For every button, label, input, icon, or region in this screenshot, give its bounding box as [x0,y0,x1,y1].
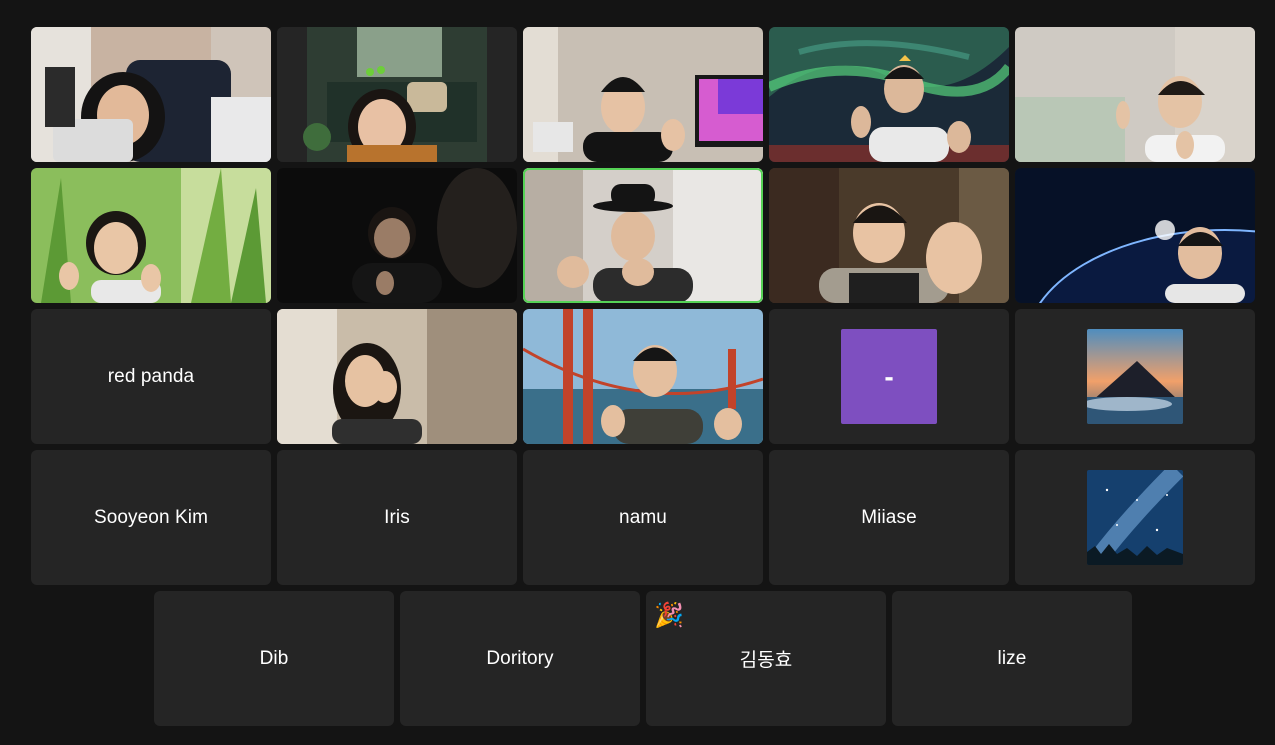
participant-name: Miiase [861,506,917,528]
participant-name: Sooyeon Kim [93,506,209,528]
avatar-mountain [1087,329,1183,424]
participant-tile-lize[interactable]: lize [892,591,1132,726]
video-feed [523,168,763,303]
participant-tile-doritory[interactable]: Doritory [400,591,640,726]
video-tile-peace-girl[interactable] [277,309,517,444]
participant-tile-iris[interactable]: Iris [277,450,517,585]
avatar-text: - [884,360,894,392]
video-feed [277,27,517,162]
video-tile-dark[interactable] [277,168,517,303]
video-feed [523,27,763,162]
participant-tile-milky-way[interactable] [1015,450,1255,585]
participant-tile-red-panda[interactable]: red panda [31,309,271,444]
participant-tile-sooyeon-kim[interactable]: Sooyeon Kim [31,450,271,585]
mountain-icon [1087,329,1183,424]
participant-tile-namu[interactable]: namu [523,450,763,585]
video-feed [1015,27,1255,162]
participant-tile-kim[interactable]: 🎉 김동효 [646,591,886,726]
participant-name: Iris [384,506,410,528]
video-tile-waving[interactable] [769,168,1009,303]
video-tile-plant-girl[interactable] [277,27,517,162]
participant-name: lize [997,647,1027,669]
video-grid: red panda - Sooyeon Kim Iris namu Miiase… [0,0,1275,745]
participant-tile-mountain[interactable] [1015,309,1255,444]
participant-tile-dib[interactable]: Dib [154,591,394,726]
video-tile-peace-sign-monitor[interactable] [523,27,763,162]
video-feed [31,27,271,162]
video-tile-hat-active-speaker[interactable] [523,168,763,303]
participant-tile-miiase[interactable]: Miiase [769,450,1009,585]
video-tile-room-girl-laptop[interactable] [31,27,271,162]
participant-tile-dash[interactable]: - [769,309,1009,444]
participant-name: 김동효 [739,649,793,671]
video-tile-grass[interactable] [31,168,271,303]
avatar-milky-way [1087,470,1183,565]
video-tile-aurora[interactable] [769,27,1009,162]
participant-name: red panda [107,365,195,387]
milky-way-icon [1087,470,1183,565]
video-feed [277,309,517,444]
avatar: - [841,329,937,424]
video-feed [31,168,271,303]
video-tile-blurred-room[interactable] [1015,27,1255,162]
video-tile-golden-gate[interactable] [523,309,763,444]
video-feed [769,27,1009,162]
video-feed [277,168,517,303]
participant-name: Dib [259,647,289,669]
participant-name: namu [619,506,667,528]
video-feed [769,168,1009,303]
participant-name: Doritory [486,647,554,669]
video-tile-earth-space[interactable] [1015,168,1255,303]
video-feed [523,309,763,444]
video-feed [1015,168,1255,303]
